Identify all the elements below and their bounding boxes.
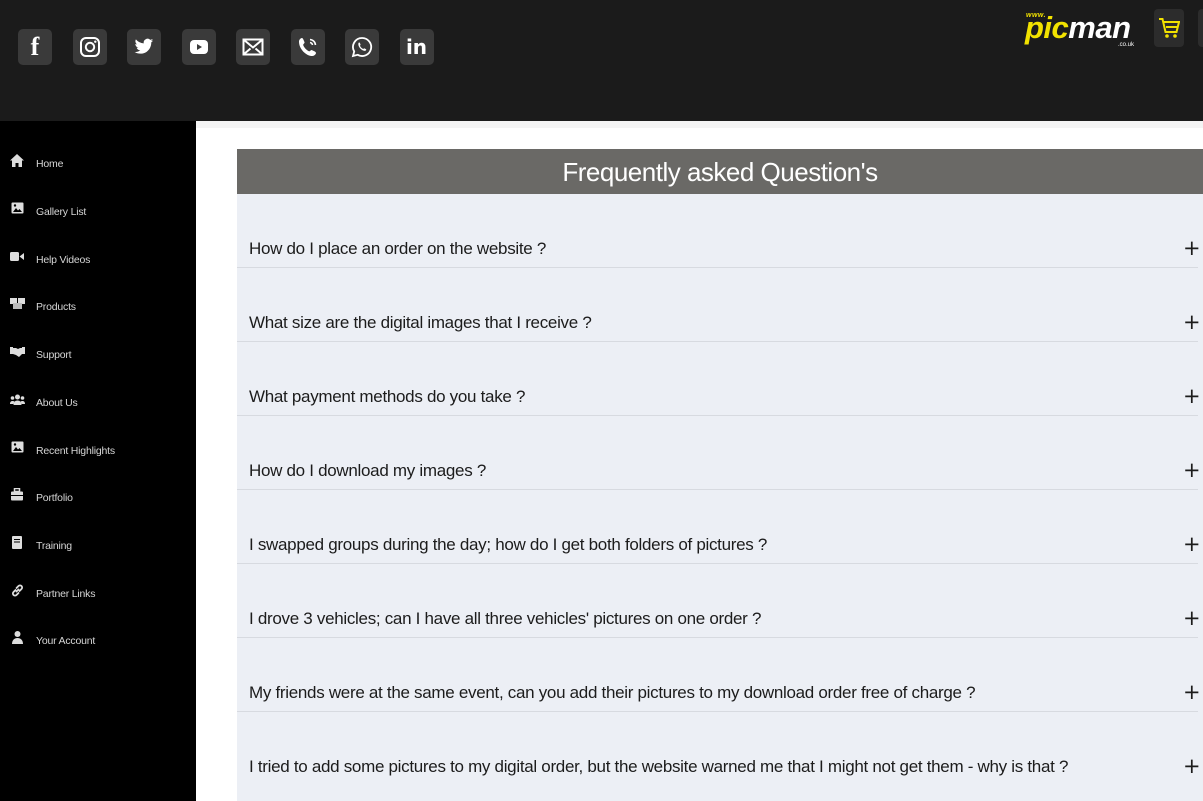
content-top-border [196,121,1203,128]
faq-question: My friends were at the same event, can y… [249,683,976,702]
users-icon [9,391,25,407]
link-icon [9,582,25,598]
sidebar-item-label: Training [36,540,72,552]
faq-header: Frequently asked Question's [237,149,1203,194]
faq-item[interactable]: My friends were at the same event, can y… [237,638,1203,712]
linkedin-icon[interactable]: in [399,29,434,65]
sidebar-item-label: Support [36,349,72,361]
expand-icon[interactable]: + [1183,606,1201,630]
sidebar-item-products[interactable]: Products [0,293,196,319]
handshake-icon [9,343,25,359]
faq-item[interactable]: What size are the digital images that I … [237,268,1203,342]
faq-question: What payment methods do you take ? [249,387,526,406]
sidebar-item-your-account[interactable]: Your Account [0,627,196,653]
email-icon[interactable] [236,29,270,65]
faq-item[interactable]: I drove 3 vehicles; can I have all three… [237,564,1203,638]
faq-question: I tried to add some pictures to my digit… [249,757,1069,776]
sidebar-item-portfolio[interactable]: Portfolio [0,484,196,510]
cart-button[interactable] [1154,9,1184,47]
picman-logo[interactable]: www. picman .co.uk [1025,10,1138,49]
faq-item[interactable]: How do I place an order on the website ?… [237,194,1203,268]
faq-item[interactable]: What payment methods do you take ? + [237,342,1203,416]
expand-icon[interactable]: + [1183,310,1201,334]
account-button-edge[interactable] [1198,9,1203,47]
youtube-icon[interactable] [181,29,216,65]
sidebar-item-partner-links[interactable]: Partner Links [0,580,196,606]
logo-man: man [1068,10,1131,45]
faq-item[interactable]: I tried to add some pictures to my digit… [237,712,1203,786]
sidebar-item-training[interactable]: Training [0,532,196,558]
sidebar-item-home[interactable]: Home [0,150,196,176]
sidebar-item-label: Your Account [36,635,96,647]
sidebar-item-support[interactable]: Support [0,341,196,367]
faq-item[interactable]: I swapped groups during the day; how do … [237,490,1203,564]
top-bar: f in www. picman .co.uk [0,0,1203,121]
briefcase-icon [9,486,25,502]
phone-icon[interactable] [290,29,325,65]
sidebar-item-label: About Us [36,397,78,409]
faq-question: How do I download my images ? [249,461,486,480]
home-icon [9,152,25,168]
faq-question: I drove 3 vehicles; can I have all three… [249,609,762,628]
page-title: Frequently asked Question's [562,157,878,187]
sidebar-item-label: Products [36,301,76,313]
boxes-icon [9,295,25,311]
sidebar-item-label: Partner Links [36,588,96,600]
instagram-icon[interactable] [72,29,107,65]
image-icon [9,200,25,216]
book-icon [9,534,25,550]
sidebar-item-label: Home [36,158,64,170]
expand-icon[interactable]: + [1183,532,1201,556]
expand-icon[interactable]: + [1183,680,1201,704]
sidebar-item-label: Recent Highlights [36,445,115,457]
expand-icon[interactable]: + [1183,754,1201,778]
faq-question: How do I place an order on the website ? [249,239,547,258]
sidebar-item-gallery-list[interactable]: Gallery List [0,198,196,224]
faq-item[interactable]: How do I download my images ? + [237,416,1203,490]
sidebar-item-about-us[interactable]: About Us [0,389,196,415]
whatsapp-icon[interactable] [345,29,379,65]
image-icon [9,439,25,455]
sidebar-item-label: Help Videos [36,254,91,266]
faq-question: What size are the digital images that I … [249,313,592,332]
facebook-icon[interactable]: f [18,29,52,65]
user-icon [9,629,25,645]
social-links: f in [18,29,454,65]
sidebar-item-label: Portfolio [36,492,73,504]
sidebar-item-label: Gallery List [36,206,87,218]
cart-icon [1159,18,1180,38]
twitter-icon[interactable] [127,29,161,65]
faq-question: I swapped groups during the day; how do … [249,535,768,554]
expand-icon[interactable]: + [1183,384,1201,408]
facebook-glyph: f [30,32,40,61]
logo-tld: .co.uk [1118,42,1135,48]
logo-pic: pic [1025,10,1069,45]
video-camera-icon [9,248,25,264]
linkedin-glyph: in [405,35,428,59]
expand-icon[interactable]: + [1183,458,1201,482]
expand-icon[interactable]: + [1183,236,1201,260]
sidebar-item-help-videos[interactable]: Help Videos [0,246,196,272]
sidebar: Home Gallery List Help Videos Products S… [0,121,196,801]
sidebar-item-recent-highlights[interactable]: Recent Highlights [0,437,196,463]
faq-list: How do I place an order on the website ?… [237,194,1203,801]
logo-wordmark: picman [1025,12,1131,44]
